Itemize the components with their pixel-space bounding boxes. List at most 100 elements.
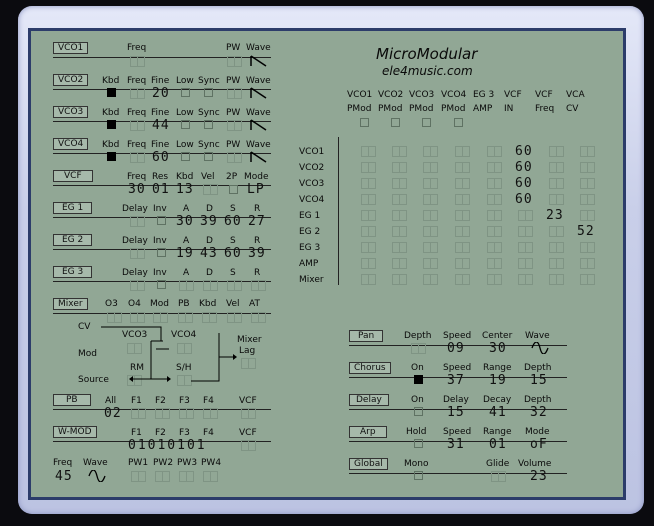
pb-all-display[interactable]: 02	[104, 407, 122, 420]
matrix-cell[interactable]: 52	[577, 225, 595, 238]
vco4-freq-display[interactable]	[130, 152, 145, 163]
eg2-s-display[interactable]: 60	[224, 247, 242, 260]
pb-f3-display[interactable]	[179, 408, 194, 419]
matrix-cell[interactable]	[392, 178, 407, 189]
matrix-cell[interactable]	[423, 226, 438, 237]
vcf-res-display[interactable]: 01	[152, 183, 170, 196]
matrix-cell[interactable]	[455, 178, 470, 189]
saw-wave-icon[interactable]	[250, 119, 268, 131]
wmod-bits-display[interactable]: 01010101	[128, 439, 207, 452]
matrix-cell[interactable]	[487, 242, 502, 253]
eg2-inv-checkbox[interactable]	[157, 248, 166, 257]
eg2-d-display[interactable]: 43	[200, 247, 218, 260]
chorus-depth-display[interactable]: 15	[530, 374, 548, 387]
matrix-cell[interactable]: 60	[515, 161, 533, 174]
global-volume-display[interactable]: 23	[530, 470, 548, 483]
vco2-low-checkbox[interactable]	[181, 88, 190, 97]
wmod-vcf-display[interactable]	[241, 440, 256, 451]
matrix-cell[interactable]	[518, 242, 533, 253]
vco2-sync-checkbox[interactable]	[204, 88, 213, 97]
vco1-freq-display[interactable]	[130, 56, 145, 67]
pb-f2-display[interactable]	[155, 408, 170, 419]
matrix-cell[interactable]	[392, 258, 407, 269]
matrix-cell[interactable]	[392, 242, 407, 253]
matrix-cell[interactable]	[580, 162, 595, 173]
matrix-cell[interactable]	[423, 162, 438, 173]
delay-delay-display[interactable]: 15	[447, 406, 465, 419]
matrix-cell[interactable]	[423, 274, 438, 285]
pb-vcf-display[interactable]	[241, 408, 256, 419]
matrix-cell[interactable]	[487, 194, 502, 205]
pw1-display[interactable]	[131, 471, 146, 482]
vco3-low-checkbox[interactable]	[181, 120, 190, 129]
eg1-d-display[interactable]: 39	[200, 215, 218, 228]
eg2-button[interactable]: EG 2	[53, 234, 93, 246]
matrix-cell[interactable]	[455, 242, 470, 253]
vco2-fine-display[interactable]: 20	[152, 87, 170, 100]
eg3-delay-display[interactable]	[130, 280, 145, 291]
pb-button[interactable]: PB	[53, 394, 91, 406]
matrix-cell[interactable]	[455, 146, 470, 157]
chorus-button[interactable]: Chorus	[349, 362, 391, 374]
vco2-button[interactable]: VCO2	[53, 74, 89, 86]
eg1-delay-display[interactable]	[130, 216, 145, 227]
vco3-button[interactable]: VCO3	[53, 106, 89, 118]
matrix-cell[interactable]	[487, 226, 502, 237]
matrix-cell[interactable]: 60	[515, 193, 533, 206]
matrix-cell[interactable]	[549, 258, 564, 269]
saw-wave-icon[interactable]	[250, 87, 268, 99]
vco4-fine-display[interactable]: 60	[152, 151, 170, 164]
arp-speed-display[interactable]: 31	[447, 438, 465, 451]
matrix-cell[interactable]	[518, 226, 533, 237]
mixer-at-display[interactable]	[251, 312, 266, 323]
matrix-cell[interactable]	[423, 146, 438, 157]
vcf-vel-display[interactable]	[203, 184, 218, 195]
matrix-cell[interactable]	[392, 274, 407, 285]
vco4-pw-display[interactable]	[227, 152, 242, 163]
matrix-cell[interactable]	[423, 194, 438, 205]
matrix-cell[interactable]	[455, 258, 470, 269]
arp-hold-checkbox[interactable]	[414, 439, 423, 448]
vcf-2p-checkbox[interactable]	[229, 185, 238, 194]
vco2-freq-display[interactable]	[130, 88, 145, 99]
matrix-cell[interactable]	[392, 194, 407, 205]
matrix-pmod-checkbox[interactable]	[454, 118, 463, 127]
eg3-r-display[interactable]	[251, 280, 266, 291]
global-mono-checkbox[interactable]	[414, 471, 423, 480]
eg2-delay-display[interactable]	[130, 248, 145, 259]
global-button[interactable]: Global	[349, 458, 388, 470]
matrix-cell[interactable]	[423, 242, 438, 253]
matrix-cell[interactable]: 60	[515, 177, 533, 190]
matrix-cell[interactable]	[549, 242, 564, 253]
vcf-mode-display[interactable]: LP	[247, 183, 265, 196]
matrix-cell[interactable]	[361, 210, 376, 221]
arp-mode-display[interactable]: oF	[530, 438, 548, 451]
matrix-pmod-checkbox[interactable]	[360, 118, 369, 127]
matrix-cell[interactable]	[580, 242, 595, 253]
matrix-cell[interactable]: 23	[546, 209, 564, 222]
eg1-r-display[interactable]: 27	[248, 215, 266, 228]
pb-f4-display[interactable]	[203, 408, 218, 419]
saw-wave-icon[interactable]	[250, 55, 268, 67]
matrix-cell[interactable]	[361, 178, 376, 189]
eg2-a-display[interactable]: 19	[176, 247, 194, 260]
matrix-cell[interactable]	[487, 178, 502, 189]
matrix-cell[interactable]	[392, 162, 407, 173]
sine-wave-icon[interactable]	[531, 342, 549, 354]
vco4-sync-checkbox[interactable]	[204, 152, 213, 161]
eg3-a-display[interactable]	[179, 280, 194, 291]
pb-f1-display[interactable]	[131, 408, 146, 419]
saw-wave-icon[interactable]	[250, 151, 268, 163]
matrix-cell[interactable]	[361, 258, 376, 269]
vco3-sync-checkbox[interactable]	[204, 120, 213, 129]
matrix-cell[interactable]	[487, 258, 502, 269]
matrix-cell[interactable]	[518, 258, 533, 269]
vcf-button[interactable]: VCF	[53, 170, 93, 182]
route-lag-display[interactable]	[241, 358, 256, 369]
pan-center-display[interactable]: 30	[489, 342, 507, 355]
matrix-cell[interactable]	[455, 162, 470, 173]
matrix-cell[interactable]	[549, 194, 564, 205]
matrix-cell[interactable]	[361, 242, 376, 253]
vco4-kbd-checkbox[interactable]	[107, 152, 116, 161]
eg1-button[interactable]: EG 1	[53, 202, 93, 214]
